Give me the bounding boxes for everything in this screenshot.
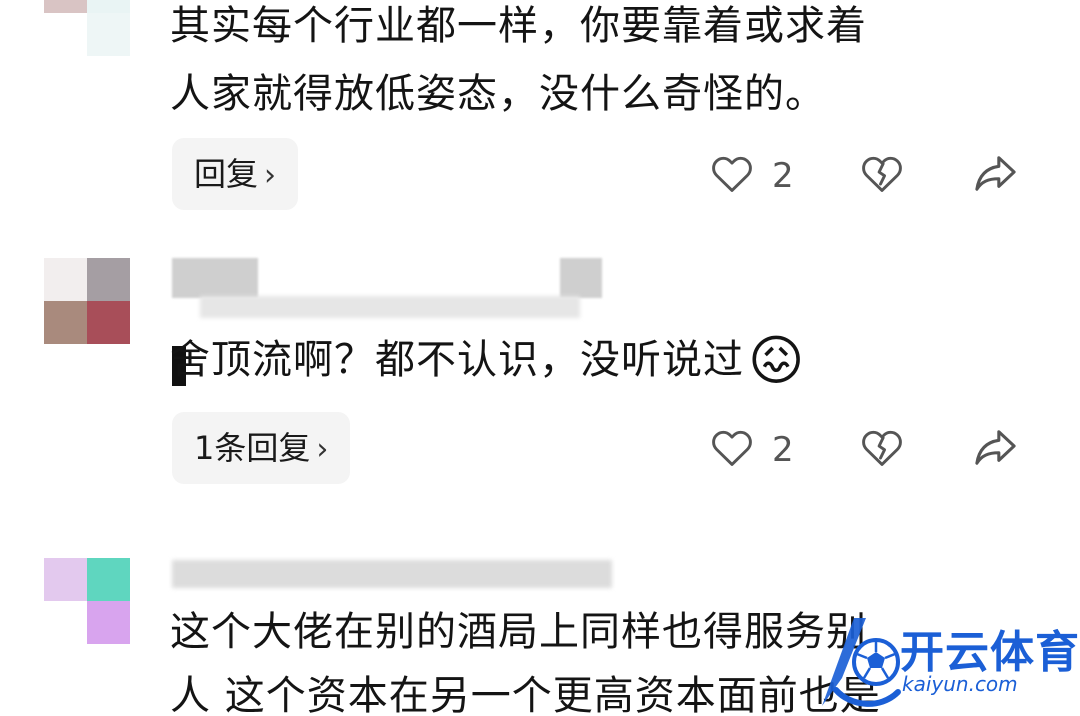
comment-line: 这个大佬在别的酒局上同样也得服务别 <box>170 609 867 655</box>
comment-line: 人家就得放低姿态，没什么奇怪的。 <box>170 71 826 117</box>
reply-label: 1条回复 <box>194 429 311 467</box>
like-count: 2 <box>772 156 794 196</box>
chevron-right-icon: › <box>264 158 277 193</box>
chevron-right-icon: › <box>316 432 329 467</box>
heart-outline-icon <box>712 156 752 192</box>
broken-heart-icon <box>862 156 902 192</box>
avatar[interactable] <box>44 558 130 644</box>
view-replies-button[interactable]: 1条回复 › <box>172 412 351 484</box>
comment-text: 其实每个行业都一样，你要靠着或求着 人家就得放低姿态，没什么奇怪的。 <box>170 0 867 128</box>
dislike-button[interactable] <box>860 152 904 198</box>
share-arrow-icon <box>975 430 1016 465</box>
comment-line: 人 这个资本在另一个更高资本面前也是 <box>170 673 881 716</box>
share-button[interactable] <box>972 152 1018 198</box>
username-blurred[interactable] <box>172 258 258 298</box>
reply-label: 回复 <box>194 155 259 193</box>
like-button[interactable] <box>710 426 754 472</box>
confounded-face-emoji: 😖 <box>748 329 806 392</box>
comment-meta-blurred <box>200 296 580 318</box>
comment-text: 舍顶流啊？都不认识，没听说过😖 <box>170 326 805 395</box>
avatar[interactable] <box>44 0 130 56</box>
comment-line: 其实每个行业都一样，你要靠着或求着 <box>170 3 867 49</box>
comment-line: 舍顶流啊？都不认识，没听说过 <box>170 337 744 383</box>
username-blurred[interactable] <box>560 258 602 298</box>
share-arrow-icon <box>975 156 1016 191</box>
watermark-url: kaiyun.com <box>902 672 1018 696</box>
like-button[interactable] <box>710 152 754 198</box>
watermark-title: 开云体育 <box>900 627 1080 678</box>
broken-heart-icon <box>862 430 902 466</box>
watermark-logo: 开云体育 kaiyun.com <box>802 606 1079 716</box>
comment-text: 这个大佬在别的酒局上同样也得服务别 人 这个资本在另一个更高资本面前也是 <box>170 598 881 716</box>
soccer-ball-logo-icon <box>822 618 901 707</box>
heart-outline-icon <box>712 430 752 466</box>
share-button[interactable] <box>972 426 1018 472</box>
reply-button[interactable]: 回复 › <box>172 138 299 210</box>
like-count: 2 <box>772 430 794 470</box>
dislike-button[interactable] <box>860 426 904 472</box>
avatar[interactable] <box>44 258 130 344</box>
username-and-meta-blurred[interactable] <box>172 560 612 588</box>
comment-list: 其实每个行业都一样，你要靠着或求着 人家就得放低姿态，没什么奇怪的。 回复 › 2… <box>0 0 1080 716</box>
